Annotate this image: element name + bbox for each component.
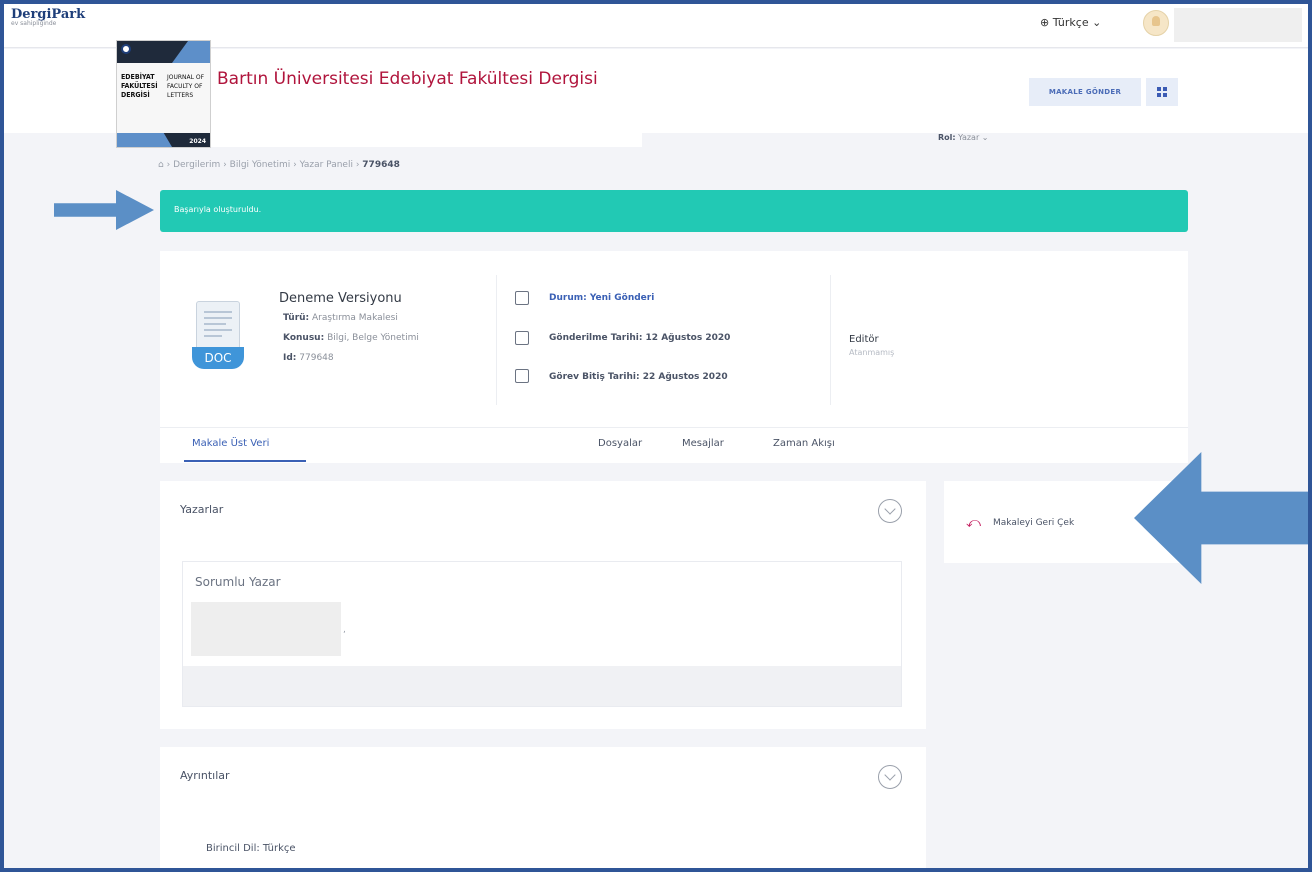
doc-badge: DOC [192, 347, 244, 369]
grid-icon-dot [1163, 87, 1167, 91]
cover-text-right: JOURNAL OF FACULTY OF LETTERS [167, 74, 205, 99]
breadcrumb-current: 779648 [362, 160, 400, 170]
editor-value: Atanmamış [849, 348, 895, 357]
chevron-down-icon: ⌄ [1092, 16, 1102, 29]
status-icon [515, 291, 529, 305]
responsible-author-box: Sorumlu Yazar , [182, 561, 902, 707]
role-label: Rol: [938, 133, 956, 142]
collapse-chevron-icon[interactable] [878, 765, 902, 789]
doc-line [204, 329, 232, 331]
doc-file-icon: DOC [190, 301, 246, 369]
chevron-down-icon: ⌄ [981, 133, 989, 142]
calendar-icon [515, 331, 529, 345]
journal-cover-logo[interactable]: EDEBİYAT FAKÜLTESİ DERGİSİ JOURNAL OF FA… [116, 40, 211, 148]
grid-icon [1157, 87, 1161, 91]
journal-header-extension [204, 133, 642, 147]
authors-panel: Yazarlar Sorumlu Yazar , [160, 481, 926, 729]
globe-icon: ⊕ [1040, 16, 1050, 29]
doc-line [204, 323, 226, 325]
breadcrumb-item[interactable]: Dergilerim [173, 160, 220, 170]
success-alert: Başarıyla oluşturuldu. [160, 190, 1188, 232]
reply-arrow-icon: ⤺ [966, 515, 981, 531]
article-type: Türü: Araştırma Makalesi [283, 313, 398, 323]
author-name-redacted [191, 602, 341, 656]
grid-icon-dot [1157, 93, 1161, 97]
editor-label: Editör [849, 334, 879, 345]
role-selector[interactable]: Rol: Yazar ⌄ [938, 133, 988, 142]
author-box-footer [183, 666, 901, 706]
authors-title: Yazarlar [180, 503, 224, 516]
responsible-author-title: Sorumlu Yazar [195, 575, 281, 589]
university-seal-icon [121, 44, 131, 54]
tab-messages[interactable]: Mesajlar [682, 438, 724, 449]
dergipark-logo[interactable]: DergiPark ev sahipliğinde [11, 7, 85, 27]
avatar[interactable] [1143, 10, 1169, 36]
cover-year: 2024 [189, 138, 206, 145]
doc-line [204, 335, 222, 337]
language-selector[interactable]: ⊕ Türkçe ⌄ [1040, 16, 1101, 29]
apps-grid-button[interactable] [1146, 78, 1178, 106]
author-separator: , [343, 625, 346, 635]
article-status: Durum: Yeni Gönderi [549, 293, 655, 303]
annotation-arrow-left-icon [1134, 452, 1308, 584]
article-id: Id: 779648 [283, 353, 334, 363]
article-topic: Konusu: Bilgi, Belge Yönetimi [283, 333, 419, 343]
details-title: Ayrıntılar [180, 769, 230, 782]
language-label: Türkçe [1052, 16, 1089, 29]
tab-timeline[interactable]: Zaman Akışı [773, 438, 835, 449]
divider [496, 275, 497, 405]
tab-files[interactable]: Dosyalar [598, 438, 642, 449]
doc-line [204, 311, 232, 313]
calendar-clock-icon [515, 369, 529, 383]
tab-metadata[interactable]: Makale Üst Veri [192, 438, 269, 449]
alert-message: Başarıyla oluşturuldu. [174, 205, 262, 214]
breadcrumb: ⌂ › Dergilerim › Bilgi Yönetimi › Yazar … [158, 160, 400, 170]
article-card: DOC Deneme Versiyonu Türü: Araştırma Mak… [160, 251, 1188, 463]
active-tab-indicator [184, 460, 306, 462]
article-title: Deneme Versiyonu [279, 291, 402, 306]
submit-article-button[interactable]: MAKALE GÖNDER [1029, 78, 1141, 106]
user-name-redacted[interactable] [1174, 8, 1302, 42]
home-icon[interactable]: ⌂ [158, 160, 164, 170]
cover-bottom-band: 2024 [117, 133, 210, 147]
primary-language: Birincil Dil: Türkçe [206, 843, 296, 854]
doc-line [204, 317, 232, 319]
submission-date: Gönderilme Tarihi: 12 Ağustos 2020 [549, 333, 731, 343]
withdraw-article-link[interactable]: Makaleyi Geri Çek [993, 518, 1074, 528]
journal-title[interactable]: Bartın Üniversitesi Edebiyat Fakültesi D… [217, 69, 598, 89]
role-value: Yazar [958, 133, 980, 142]
breadcrumb-item[interactable]: Bilgi Yönetimi [230, 160, 291, 170]
details-panel: Ayrıntılar Birincil Dil: Türkçe [160, 747, 926, 868]
divider [830, 275, 831, 405]
breadcrumb-item[interactable]: Yazar Paneli [300, 160, 353, 170]
cover-text-left: EDEBİYAT FAKÜLTESİ DERGİSİ [121, 73, 158, 99]
app-frame: DergiPark ev sahipliğinde ⊕ Türkçe ⌄ Rol… [0, 0, 1312, 872]
due-date: Görev Bitiş Tarihi: 22 Ağustos 2020 [549, 372, 728, 382]
collapse-chevron-icon[interactable] [878, 499, 902, 523]
annotation-arrow-right-icon [54, 190, 154, 230]
cover-top-band [117, 41, 210, 63]
article-tabs: Makale Üst Veri Dosyalar Mesajlar Zaman … [160, 427, 1188, 463]
grid-icon-dot [1163, 93, 1167, 97]
